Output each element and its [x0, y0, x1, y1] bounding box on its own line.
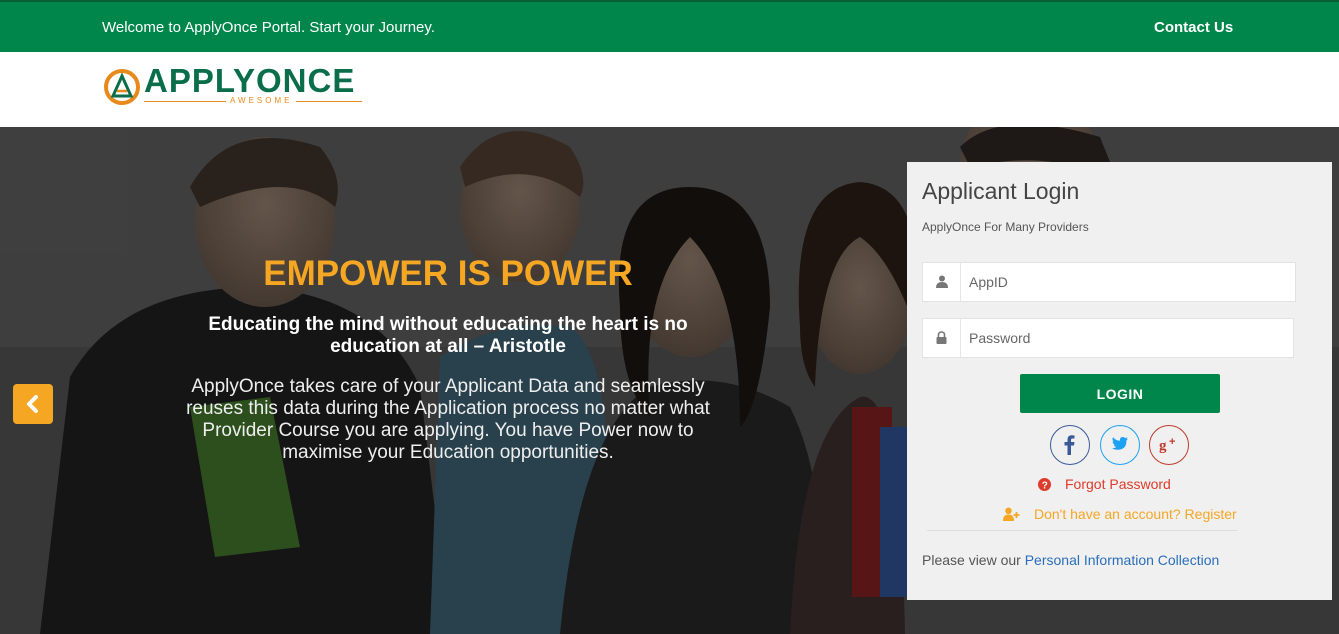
site-header: APPLYONCE AWESOME — [0, 52, 1339, 127]
twitter-login-button[interactable] — [1100, 425, 1140, 465]
svg-text:+: + — [1169, 436, 1175, 448]
top-bar: Welcome to ApplyOnce Portal. Start your … — [0, 0, 1339, 52]
user-plus-icon — [1003, 507, 1020, 521]
question-circle-icon: ? — [1038, 478, 1051, 491]
hero-title: EMPOWER IS POWER — [263, 254, 633, 293]
logo-mark-icon — [104, 69, 140, 105]
logo-tagline: AWESOME — [226, 96, 297, 105]
hero-carousel: EMPOWER IS POWER Educating the mind with… — [0, 127, 1339, 634]
carousel-prev-button[interactable] — [13, 384, 53, 424]
logo-wordmark: APPLYONCE — [144, 62, 356, 99]
google-plus-login-button[interactable]: g + — [1149, 425, 1189, 465]
lock-icon — [923, 319, 961, 357]
chevron-left-icon — [27, 395, 38, 413]
facebook-login-button[interactable] — [1050, 425, 1090, 465]
password-field — [922, 318, 1294, 358]
svg-text:g: g — [1159, 438, 1167, 454]
privacy-prefix: Please view our — [922, 552, 1021, 568]
hero-description: ApplyOnce takes care of your Applicant D… — [186, 376, 710, 463]
privacy-notice: Please view our Personal Information Col… — [922, 552, 1219, 568]
user-icon — [923, 263, 961, 301]
login-divider — [927, 530, 1237, 531]
contact-us-link[interactable]: Contact Us — [1154, 19, 1233, 36]
login-subtitle: ApplyOnce For Many Providers — [922, 220, 1089, 234]
login-button[interactable]: LOGIN — [1020, 374, 1220, 413]
login-title: Applicant Login — [922, 178, 1080, 204]
facebook-icon — [1064, 435, 1075, 455]
password-input[interactable] — [969, 328, 1269, 348]
google-plus-icon: g + — [1159, 436, 1175, 454]
svg-text:?: ? — [1042, 481, 1048, 492]
welcome-message: Welcome to ApplyOnce Portal. Start your … — [102, 19, 435, 36]
appid-input[interactable] — [969, 272, 1269, 292]
forgot-password-label: Forgot Password — [1065, 476, 1171, 492]
login-panel: Applicant Login ApplyOnce For Many Provi… — [907, 162, 1332, 600]
hero-quote: Educating the mind without educating the… — [208, 314, 688, 357]
register-label: Don't have an account? Register — [1034, 506, 1237, 522]
applyonce-logo[interactable]: APPLYONCE AWESOME — [102, 62, 364, 112]
appid-field — [922, 262, 1296, 302]
personal-information-link[interactable]: Personal Information Collection — [1025, 552, 1220, 568]
twitter-icon — [1112, 437, 1128, 450]
